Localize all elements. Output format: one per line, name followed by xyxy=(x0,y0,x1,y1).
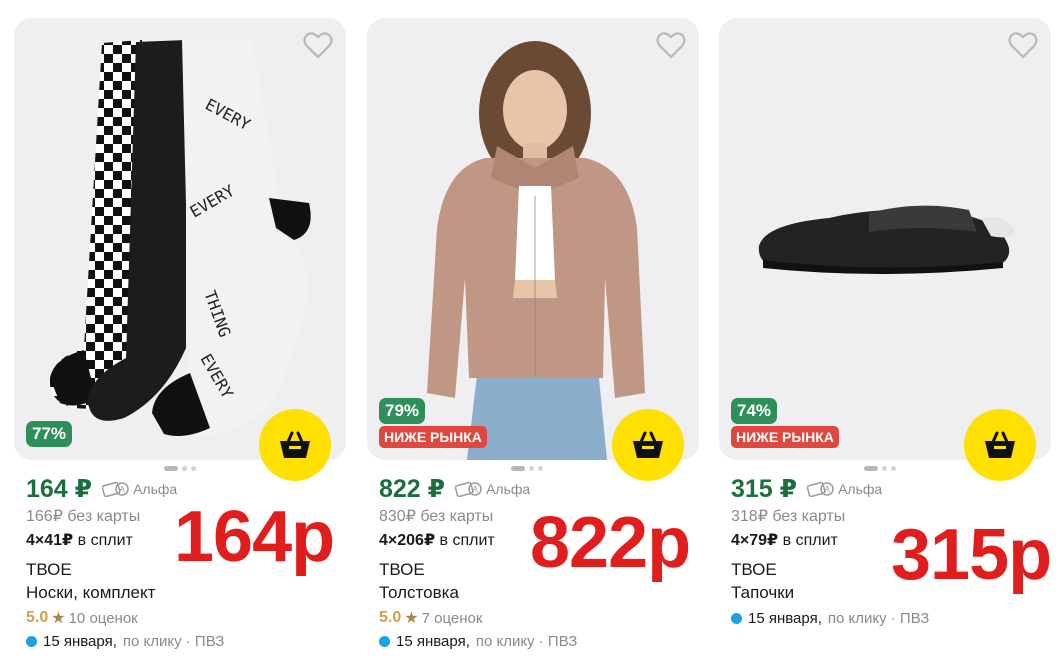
split-label: в сплит xyxy=(782,532,838,549)
favorite-heart-icon[interactable] xyxy=(303,31,333,59)
delivery-method: по клику · ПВЗ xyxy=(827,610,930,627)
cart-basket-icon xyxy=(633,431,663,458)
alfa-card-icon: A xyxy=(455,481,482,497)
delivery-method: по клику · ПВЗ xyxy=(475,633,578,650)
overlay-price-annotation: 822р xyxy=(530,503,691,583)
rating: 5.0 ★ 10 оценок xyxy=(26,608,138,628)
price: 315 ₽ xyxy=(731,475,798,503)
price-row: 164 ₽ A Альфа xyxy=(26,474,177,504)
delivery-date: 15 января, xyxy=(396,633,470,650)
split-label: в сплит xyxy=(77,532,133,549)
product-title[interactable]: Тапочки xyxy=(731,583,794,603)
slipper-image xyxy=(758,205,1015,274)
delivery-info: 15 января, по клику · ПВЗ xyxy=(731,610,929,627)
product-title[interactable]: Носки, комплект xyxy=(26,583,155,603)
socks-image: EVERY EVERY THING EVERY xyxy=(49,40,311,437)
discount-badge: 74% xyxy=(731,398,778,424)
alfa-card-label: A Альфа xyxy=(807,481,882,497)
image-pager-dots xyxy=(164,466,196,471)
delivery-date: 15 января, xyxy=(748,610,822,627)
price: 822 ₽ xyxy=(379,475,446,503)
star-icon: ★ xyxy=(51,610,66,627)
overlay-price-annotation: 315р xyxy=(891,515,1052,595)
alfa-label-text: Альфа xyxy=(486,481,531,497)
star-icon: ★ xyxy=(404,610,419,627)
cart-basket-icon xyxy=(985,431,1015,458)
review-count: 10 оценок xyxy=(68,609,138,627)
delivery-info: 15 января, по клику · ПВЗ xyxy=(379,633,577,650)
favorite-heart-icon[interactable] xyxy=(656,31,686,59)
alfa-card-icon: A xyxy=(807,481,834,497)
add-to-cart-button[interactable] xyxy=(612,409,684,481)
split-amount: 4×41₽ xyxy=(26,532,74,549)
product-photo-slippers[interactable]: 74% НИЖЕ РЫНКА xyxy=(719,18,1051,460)
product-title[interactable]: Толстовка xyxy=(379,583,459,603)
split-label: в сплит xyxy=(439,532,495,549)
favorite-heart-icon[interactable] xyxy=(1008,31,1038,59)
below-market-badge: НИЖЕ РЫНКА xyxy=(731,426,839,448)
rating: 5.0 ★ 7 оценок xyxy=(379,608,482,628)
price-without-card: 166₽ без карты xyxy=(26,508,141,525)
rating-value: 5.0 xyxy=(379,609,402,626)
delivery-date: 15 января, xyxy=(43,633,117,650)
product-photo-sweatshirt[interactable]: 79% НИЖЕ РЫНКА xyxy=(367,18,699,460)
sweatshirt-model-image xyxy=(427,41,645,460)
price-row: 315 ₽ A Альфа xyxy=(731,474,882,504)
product-photo-socks[interactable]: EVERY EVERY THING EVERY 77% xyxy=(14,18,346,460)
below-market-badge: НИЖЕ РЫНКА xyxy=(379,426,487,448)
review-count: 7 оценок xyxy=(421,609,483,627)
alfa-card-label: A Альфа xyxy=(102,481,177,497)
delivery-dot-icon xyxy=(379,636,390,647)
svg-text:A: A xyxy=(120,485,126,494)
product-card-slippers[interactable]: 74% НИЖЕ РЫНКА 315 ₽ A Альфа 318₽ без ка… xyxy=(719,18,1052,668)
add-to-cart-button[interactable] xyxy=(964,409,1036,481)
price-without-card: 830₽ без карты xyxy=(379,508,494,525)
split-payment: 4×79₽ в сплит xyxy=(731,530,838,550)
discount-badge: 79% xyxy=(379,398,426,424)
overlay-price-annotation: 164р xyxy=(174,497,335,577)
image-pager-dots xyxy=(864,466,896,471)
split-amount: 4×79₽ xyxy=(731,532,779,549)
delivery-dot-icon xyxy=(26,636,37,647)
delivery-dot-icon xyxy=(731,613,742,624)
product-card-sweatshirt[interactable]: 79% НИЖЕ РЫНКА 822 ₽ A Альфа 830₽ без ка… xyxy=(367,18,699,668)
svg-text:A: A xyxy=(825,485,831,494)
price: 164 ₽ xyxy=(26,475,93,503)
product-card-socks[interactable]: EVERY EVERY THING EVERY 77% 164 ₽ A Альф… xyxy=(14,18,346,668)
brand-name: ТВОЕ xyxy=(379,560,425,579)
image-pager-dots xyxy=(511,466,543,471)
delivery-method: по клику · ПВЗ xyxy=(122,633,225,650)
alfa-label-text: Альфа xyxy=(133,481,178,497)
add-to-cart-button[interactable] xyxy=(259,409,331,481)
brand-name: ТВОЕ xyxy=(26,560,72,579)
split-payment: 4×206₽ в сплит xyxy=(379,530,495,550)
price-without-card: 318₽ без карты xyxy=(731,508,846,525)
split-payment: 4×41₽ в сплит xyxy=(26,530,133,550)
price-row: 822 ₽ A Альфа xyxy=(379,474,530,504)
alfa-label-text: Альфа xyxy=(838,481,883,497)
alfa-card-icon: A xyxy=(102,481,129,497)
cart-basket-icon xyxy=(280,431,310,458)
brand-name: ТВОЕ xyxy=(731,560,777,579)
discount-badge: 77% xyxy=(26,421,73,447)
delivery-info: 15 января, по клику · ПВЗ xyxy=(26,633,224,650)
svg-text:A: A xyxy=(473,485,479,494)
rating-value: 5.0 xyxy=(26,609,49,626)
split-amount: 4×206₽ xyxy=(379,532,436,549)
alfa-card-label: A Альфа xyxy=(455,481,530,497)
